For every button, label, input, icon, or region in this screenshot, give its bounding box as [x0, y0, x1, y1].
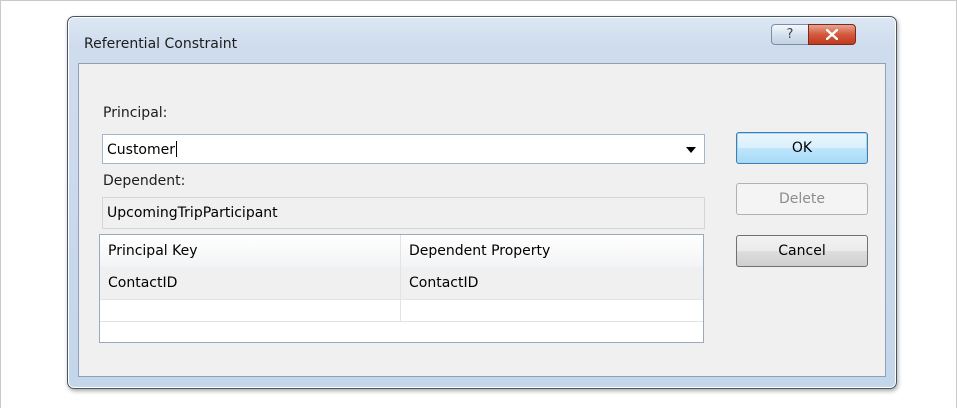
- cancel-button[interactable]: Cancel: [736, 235, 868, 267]
- dependent-label: Dependent:: [103, 173, 186, 189]
- principal-dropdown[interactable]: Customer: [102, 134, 705, 164]
- dependent-property-cell[interactable]: ContactID: [401, 267, 703, 299]
- table-row[interactable]: ContactID ContactID: [100, 267, 703, 300]
- principal-value: Customer: [107, 141, 178, 158]
- dialog-title: Referential Constraint: [84, 36, 238, 52]
- key-mapping-table: Principal Key Dependent Property Contact…: [99, 234, 704, 343]
- table-header-row: Principal Key Dependent Property: [100, 235, 703, 268]
- table-row[interactable]: [100, 299, 703, 322]
- column-header-principal-key[interactable]: Principal Key: [100, 235, 401, 267]
- help-icon: ?: [786, 27, 794, 42]
- column-header-dependent-property[interactable]: Dependent Property: [401, 235, 703, 267]
- text-caret: [176, 141, 178, 157]
- principal-key-cell[interactable]: [100, 299, 401, 321]
- dependent-property-cell[interactable]: [401, 299, 703, 321]
- chevron-down-icon[interactable]: [686, 147, 696, 153]
- dependent-value: UpcomingTripParticipant: [107, 205, 278, 221]
- referential-constraint-dialog: Referential Constraint ? Principal: Cust…: [67, 16, 897, 389]
- delete-button: Delete: [736, 183, 868, 215]
- close-icon: [826, 29, 838, 40]
- help-button[interactable]: ?: [771, 24, 809, 45]
- principal-key-cell[interactable]: ContactID: [100, 267, 401, 299]
- dependent-field: UpcomingTripParticipant: [102, 197, 705, 229]
- close-button[interactable]: [808, 24, 856, 45]
- principal-label: Principal:: [103, 105, 168, 121]
- ok-button[interactable]: OK: [736, 132, 868, 164]
